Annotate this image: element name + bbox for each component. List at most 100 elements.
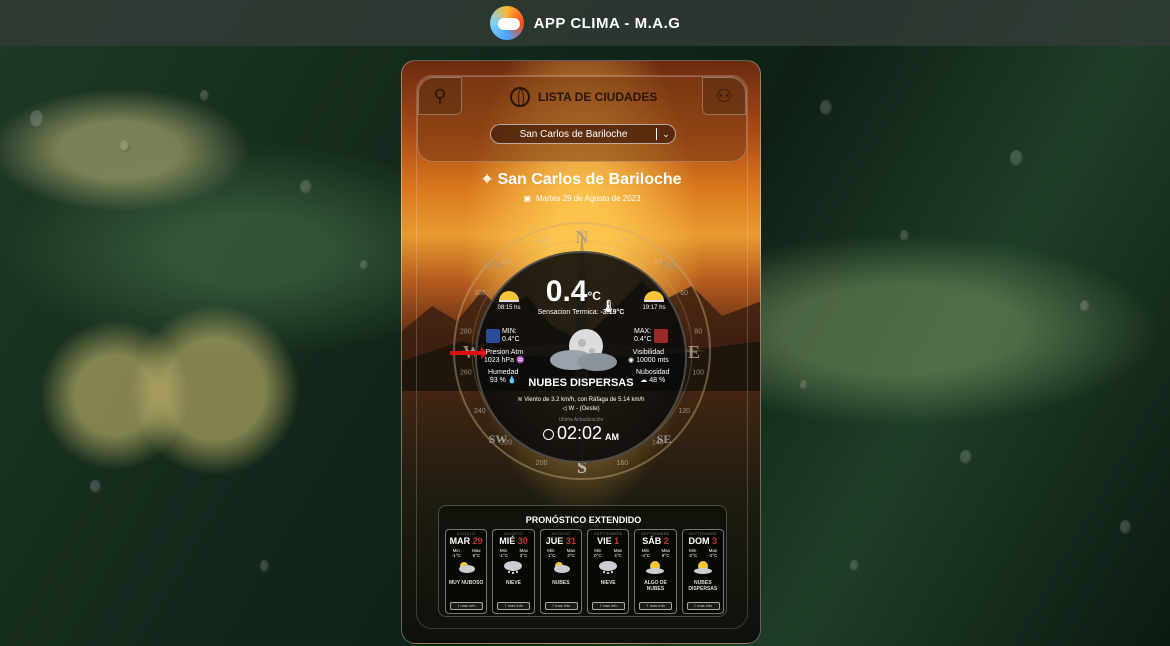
temperature-unit: °C [587, 289, 601, 303]
compass-degree-label: 340 [536, 238, 548, 245]
city-list-panel: ⚲ ⚇ LISTA DE CIUDADES San Carlos de Bari… [417, 76, 747, 162]
weather-condition: NUBES DISPERSAS [528, 377, 634, 389]
rain-drop [900, 230, 909, 241]
city-heading: ⌖ San Carlos de Bariloche [402, 171, 760, 189]
feels-like: Sensacion Termica: -3.19°C [402, 309, 760, 316]
forecast-day-name: VIE 1 [597, 536, 620, 546]
clock-icon [542, 429, 554, 440]
calendar-icon: ▣ [523, 194, 532, 203]
map-search-button[interactable]: ⚇ [702, 77, 746, 115]
pressure-label: Presion Atm [485, 349, 524, 356]
snow-cloud-icon [504, 561, 523, 574]
city-list-label: LISTA DE CIUDADES [538, 90, 658, 104]
rain-drop [30, 110, 44, 128]
forecast-day-name: MAR 29 [449, 536, 483, 546]
forecast-day-name: DOM 3 [688, 536, 718, 546]
cold-thermometer-icon [486, 329, 500, 343]
pressure: Presion Atm 1023 hPa ♒ [484, 349, 525, 365]
top-bar: APP CLIMA - M.A.G [0, 0, 1170, 46]
visibility: Visibilidad ◉ 10000 mts [628, 349, 669, 365]
pressure-value: 1023 hPa [484, 357, 514, 364]
extended-forecast: PRONÓSTICO EXTENDIDO AGOSTO MAR 29 Min -1… [438, 505, 727, 617]
wind-speed: Viento de 3.2 km/h, con Ráfaga de 5.14 k… [524, 397, 645, 403]
cloud-sun-icon [459, 562, 476, 573]
snow-cloud-icon [599, 561, 618, 574]
compass-degree-label: 260 [460, 369, 472, 376]
map-search-icon: ⚇ [715, 85, 733, 106]
forecast-day-name: MIÉ 30 [499, 536, 528, 546]
compass-n-label: N [576, 227, 589, 247]
sunrise-time: 08:15 hs [497, 305, 521, 311]
weather-card: ⚲ ⚇ LISTA DE CIUDADES San Carlos de Bari… [401, 60, 761, 644]
rain-drop [1010, 150, 1023, 166]
more-info-button[interactable]: ⌇ mas info [686, 602, 720, 610]
forecast-min-max: Min -4°C Max 8°C [641, 548, 670, 558]
location-pin-icon: ⌖ [482, 171, 492, 188]
more-info-button[interactable]: ⌇ mas info [544, 602, 578, 610]
forecast-day: AGOSTO MAR 29 Min -1°C Max 6°C MUY NUBOSO … [445, 529, 488, 614]
sun-cloud-icon [646, 561, 665, 574]
forecast-description: NUBES [552, 580, 570, 586]
compass-degree-label: 100 [692, 369, 704, 376]
app-logo-icon [489, 6, 524, 40]
city-select-value: San Carlos de Bariloche [519, 128, 628, 140]
rain-drop [800, 380, 808, 390]
visibility-label: Visibilidad [632, 349, 665, 356]
more-info-button[interactable]: ⌇ mas info [639, 602, 673, 610]
compass-degree-label: 160 [617, 460, 629, 467]
current-date: Martes 29 de Agosto de 2023 [536, 194, 641, 203]
location-button[interactable]: ⚲ [418, 77, 462, 115]
sunset-icon [644, 291, 664, 302]
sunset-time: 19:17 hs [642, 305, 666, 311]
forecast-description: MUY NUBOSO [448, 580, 484, 586]
moon-cloud-icon [550, 329, 617, 371]
rain-drop [1120, 520, 1131, 534]
pressure-icon: ♒ [515, 357, 525, 364]
forecast-description: ALGO DE NUBES [644, 580, 667, 592]
compass-e-label: E [688, 342, 700, 362]
rain-drop [90, 480, 101, 493]
sun-cloud-icon [693, 561, 712, 574]
time-value: 02:02 [556, 423, 603, 443]
forecast-min-max: Min 0°C Max 4°C [594, 548, 623, 558]
compass-degree-label: 200 [536, 460, 548, 467]
current-temperature: 0.4°C🌡 [402, 273, 760, 313]
rain-drop [200, 90, 209, 101]
city-select[interactable]: San Carlos de Bariloche ⌄ [490, 124, 676, 144]
visibility-value: 10000 mts [636, 357, 669, 364]
min-value: 0.4°C [501, 336, 520, 343]
rain-drop [360, 260, 368, 270]
forecast-day-name: SÁB 2 [642, 536, 669, 546]
compass-ne-label: NE [662, 258, 679, 272]
forecast-description: NUBES DISPERSAS [688, 580, 718, 592]
ampm-value: AM [605, 432, 620, 442]
forecast-day: SEPTIEMBRE DOM 3 Min -2°C Max -2°C NUBES D… [681, 529, 724, 614]
wind-direction-arrow [450, 347, 488, 359]
wind-info: ≋ Viento de 3.2 km/h, con Ráfaga de 5.14… [402, 396, 760, 414]
compass-degree-label: 320 [500, 259, 512, 266]
wind-icon: ≋ [517, 397, 523, 403]
max-value: 0.4°C [634, 336, 652, 343]
forecast-description: NIEVE [600, 580, 616, 586]
sunset: 19:17 hs [639, 291, 669, 311]
cloudiness-label: Nubosidad [636, 369, 670, 376]
globe-icon [510, 87, 530, 107]
more-info-button[interactable]: ⌇ mas info [591, 602, 625, 610]
more-info-button[interactable]: ⌇ mas info [450, 602, 483, 610]
sunrise-icon [499, 291, 519, 302]
forecast-min-max: Min -2°C Max -2°C [688, 548, 718, 558]
forecast-days: AGOSTO MAR 29 Min -1°C Max 6°C MUY NUBOSO … [445, 529, 724, 614]
forecast-day: SEPTIEMBRE VIE 1 Min 0°C Max 4°C NIEVE ⌇ m… [586, 529, 630, 614]
rain-drop [120, 140, 130, 152]
forecast-min-max: Min -1°C Max 6°C [451, 548, 481, 558]
humidity-label: Humedad [488, 369, 519, 376]
rain-drop [1080, 300, 1090, 312]
city-name: San Carlos de Bariloche [497, 171, 682, 188]
rain-drop [850, 560, 859, 571]
forecast-min-max: Min -1°C Max 3°C [546, 548, 576, 558]
more-info-button[interactable]: ⌇ mas info [497, 602, 531, 610]
rain-drop [960, 450, 972, 464]
cloud-sun-icon [553, 562, 570, 573]
update-time: 02:02 AM [402, 423, 760, 444]
feels-like-value: -3.19°C [600, 309, 625, 316]
